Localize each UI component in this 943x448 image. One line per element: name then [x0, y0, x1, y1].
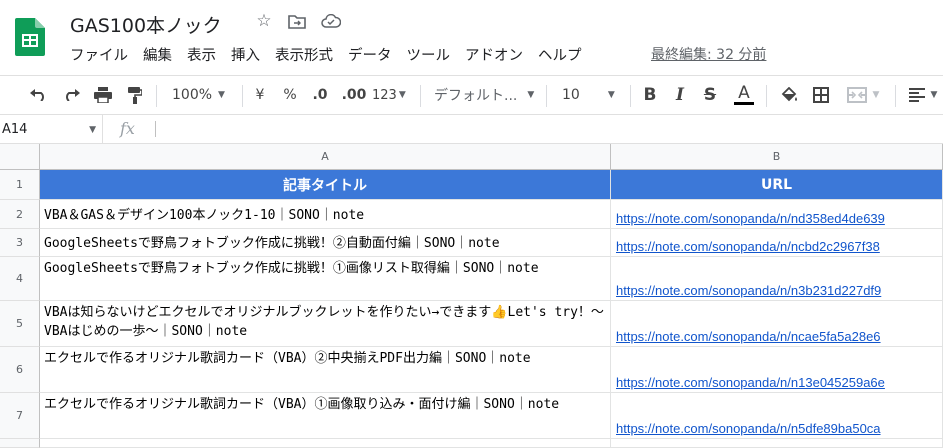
cell-b7[interactable]: https://note.com/sonopanda/n/n5dfe89ba50…	[611, 393, 943, 439]
sheets-logo-icon[interactable]	[15, 18, 45, 56]
document-title[interactable]: GAS100本ノック	[70, 11, 222, 38]
chevron-down-icon: ▼	[607, 90, 615, 100]
text-color-label: A	[738, 83, 750, 103]
last-edit-link[interactable]: 最終編集: 32 分前	[651, 44, 766, 64]
row-header[interactable]: 3	[0, 229, 40, 257]
name-box[interactable]: A14 ▼	[0, 115, 103, 143]
column-header-a[interactable]: A	[40, 144, 611, 170]
cell-a7[interactable]: エクセルで作るオリジナル歌詞カード（VBA）①画像取り込み・面付け編｜SONO｜…	[40, 393, 611, 439]
fill-color-icon[interactable]	[778, 84, 800, 106]
menu-help[interactable]: ヘルプ	[538, 44, 582, 65]
italic-button[interactable]: I	[670, 84, 690, 106]
column-header-b[interactable]: B	[611, 144, 943, 170]
merge-cells-icon[interactable]: ▼	[843, 84, 883, 106]
cell-b3[interactable]: https://note.com/sonopanda/n/ncbd2c2967f…	[611, 229, 943, 257]
menu-bar: ファイル 編集 表示 挿入 表示形式 データ ツール アドオン ヘルプ	[70, 44, 582, 65]
zoom-select[interactable]: 100% ▼	[172, 84, 232, 106]
cell-a8[interactable]	[40, 439, 611, 448]
menu-view[interactable]: 表示	[187, 44, 216, 65]
cell-a1[interactable]: 記事タイトル	[40, 170, 611, 200]
text-color-button[interactable]: A	[732, 84, 756, 106]
print-icon[interactable]	[92, 84, 114, 106]
menu-addons[interactable]: アドオン	[465, 44, 523, 65]
chevron-down-icon: ▼	[527, 90, 535, 100]
percent-button[interactable]: %	[282, 84, 298, 106]
cell-a2[interactable]: VBA＆GAS＆デザイン100本ノック1-10｜SONO｜note	[40, 200, 611, 229]
undo-icon[interactable]	[28, 84, 50, 106]
chevron-down-icon: ▼	[872, 90, 880, 100]
cell-b6[interactable]: https://note.com/sonopanda/n/n13e045259a…	[611, 347, 943, 393]
row-header[interactable]	[0, 439, 40, 448]
row-header[interactable]: 1	[0, 170, 40, 200]
menu-tools[interactable]: ツール	[407, 44, 451, 65]
row-header[interactable]: 7	[0, 393, 40, 439]
cell-b4[interactable]: https://note.com/sonopanda/n/n3b231d227d…	[611, 257, 943, 301]
chevron-down-icon: ▼	[930, 90, 938, 100]
cell-b8[interactable]	[611, 439, 943, 448]
decimal-increase-button[interactable]: .00	[340, 84, 368, 106]
font-size-select[interactable]: 10 ▼	[562, 84, 622, 106]
currency-button[interactable]: ¥	[252, 84, 268, 106]
cell-a6[interactable]: エクセルで作るオリジナル歌詞カード（VBA）②中央揃えPDF出力編｜SONO｜n…	[40, 347, 611, 393]
number-format-label: 123	[372, 87, 397, 103]
spreadsheet-grid: A B 1 記事タイトル URL 2 VBA＆GAS＆デザイン100本ノック1-…	[0, 144, 943, 448]
menu-file[interactable]: ファイル	[70, 44, 128, 65]
font-family-select[interactable]: デフォルト... ▼	[434, 84, 536, 106]
strikethrough-button[interactable]: S	[700, 84, 720, 106]
cell-b1[interactable]: URL	[611, 170, 943, 200]
cell-a5[interactable]: VBAは知らないけどエクセルでオリジナルブックレットを作りたい→できます👍Let…	[40, 301, 611, 347]
cell-b2[interactable]: https://note.com/sonopanda/n/nd358ed4de6…	[611, 200, 943, 229]
font-family-value: デフォルト...	[434, 88, 518, 104]
cell-b5[interactable]: https://note.com/sonopanda/n/ncae5fa5a28…	[611, 301, 943, 347]
paint-format-icon[interactable]	[124, 84, 146, 106]
chevron-down-icon: ▼	[218, 90, 225, 100]
formula-input[interactable]	[155, 121, 156, 137]
cloud-status-icon[interactable]	[320, 10, 342, 32]
cell-a3[interactable]: GoogleSheetsで野鳥フォトブック作成に挑戦！②自動面付編｜SONO｜n…	[40, 229, 611, 257]
cell-a4[interactable]: GoogleSheetsで野鳥フォトブック作成に挑戦！①画像リスト取得編｜SON…	[40, 257, 611, 301]
move-folder-icon[interactable]	[286, 10, 308, 32]
row-header[interactable]: 2	[0, 200, 40, 229]
font-size-value: 10	[562, 87, 580, 103]
decimal-decrease-button[interactable]: .0	[308, 84, 332, 106]
horizontal-align-icon[interactable]: ▼	[905, 84, 941, 106]
name-box-value: A14	[2, 121, 28, 137]
redo-icon[interactable]	[60, 84, 82, 106]
row-header[interactable]: 5	[0, 301, 40, 347]
menu-data[interactable]: データ	[348, 44, 392, 65]
text-color-swatch	[734, 102, 754, 105]
menu-edit[interactable]: 編集	[143, 44, 172, 65]
toolbar: 100% ▼ ¥ % .0 .00 123 ▼ デフォルト... ▼ 10 ▼ B I …	[0, 75, 943, 115]
chevron-down-icon: ▼	[89, 125, 96, 135]
app-header: GAS100本ノック ☆ ファイル 編集 表示 挿入 表示形式 データ ツール …	[0, 0, 943, 75]
menu-insert[interactable]: 挿入	[231, 44, 260, 65]
row-header[interactable]: 4	[0, 257, 40, 301]
formula-bar: A14 ▼ fx	[0, 115, 943, 144]
bold-button[interactable]: B	[640, 84, 660, 106]
row-header[interactable]: 6	[0, 347, 40, 393]
zoom-value: 100%	[172, 87, 213, 103]
fx-icon: fx	[120, 119, 135, 138]
menu-format[interactable]: 表示形式	[275, 44, 333, 65]
chevron-down-icon: ▼	[398, 90, 406, 100]
number-format-select[interactable]: 123 ▼	[372, 84, 412, 106]
star-icon[interactable]: ☆	[253, 10, 275, 32]
select-all-corner[interactable]	[0, 144, 40, 170]
borders-icon[interactable]	[810, 84, 832, 106]
